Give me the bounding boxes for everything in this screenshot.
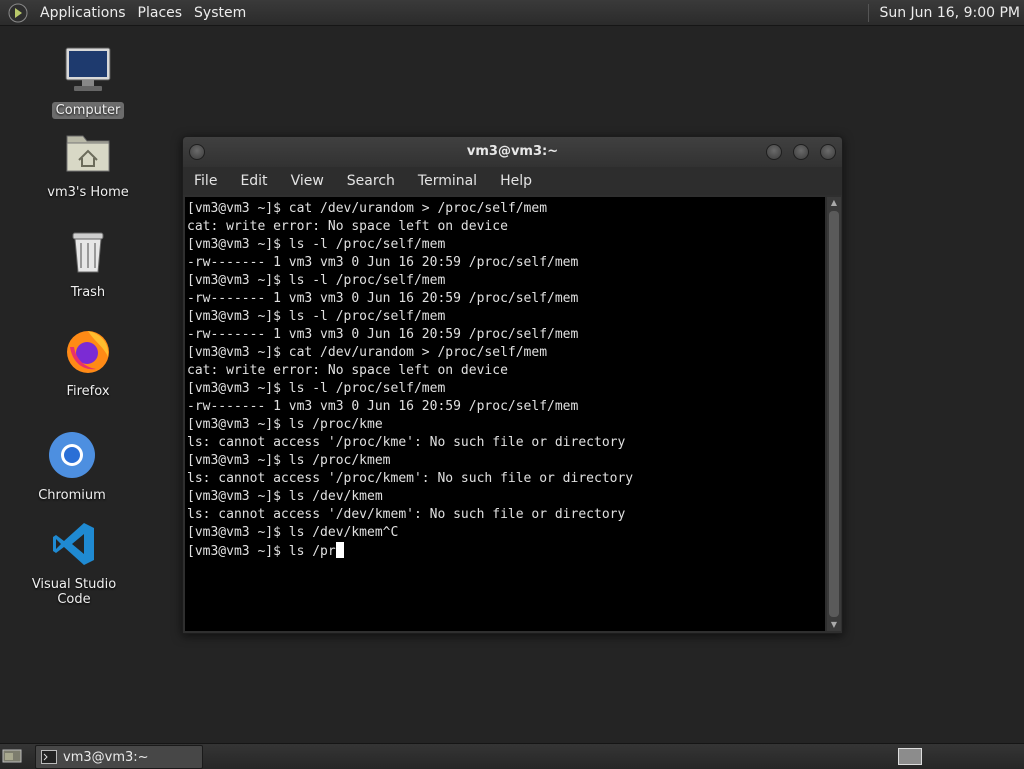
scrollbar-thumb[interactable] <box>829 211 839 617</box>
computer-icon <box>65 47 111 91</box>
terminal-line: -rw------- 1 vm3 vm3 0 Jun 16 20:59 /pro… <box>187 291 579 306</box>
clock[interactable]: Sun Jun 16, 9:00 PM <box>879 5 1020 21</box>
clock-area: Sun Jun 16, 9:00 PM <box>868 0 1024 25</box>
terminal-line: [vm3@vm3 ~]$ ls /proc/kme <box>187 417 383 432</box>
terminal-line: [vm3@vm3 ~]$ ls /dev/kmem <box>187 489 383 504</box>
desktop-icon-trash[interactable]: Trash <box>33 228 143 301</box>
window-titlebar[interactable]: vm3@vm3:~ <box>183 137 842 167</box>
chromium-icon <box>49 432 95 478</box>
close-icon[interactable] <box>820 144 836 160</box>
top-panel: Applications Places System Sun Jun 16, 9… <box>0 0 1024 26</box>
desktop-icon-home[interactable]: vm3's Home <box>33 128 143 201</box>
show-desktop-icon[interactable] <box>2 748 22 764</box>
terminal-line: ls: cannot access '/dev/kmem': No such f… <box>187 507 626 522</box>
workspace-switcher[interactable] <box>898 748 922 765</box>
terminal-line: cat: write error: No space left on devic… <box>187 219 508 234</box>
desktop-icon-label: Chromium <box>38 488 106 503</box>
desktop-icon-label: Trash <box>70 285 106 300</box>
menu-help[interactable]: Help <box>489 173 544 189</box>
terminal-scrollbar[interactable]: ▲ ▼ <box>827 197 841 631</box>
terminal-icon <box>41 750 57 764</box>
desktop-icon-label: Computer <box>51 102 125 119</box>
terminal-output[interactable]: [vm3@vm3 ~]$ cat /dev/urandom > /proc/se… <box>185 197 825 631</box>
desktop-icon-vscode[interactable]: Visual Studio Code <box>19 520 129 608</box>
applications-menu[interactable]: Applications <box>34 5 132 21</box>
panel-separator <box>868 3 870 22</box>
trash-icon <box>72 232 104 273</box>
desktop-icon-label: Visual Studio Code <box>31 577 117 607</box>
system-menu[interactable]: System <box>188 5 252 21</box>
desktop-icon-chromium[interactable]: Chromium <box>17 431 127 504</box>
desktop-icon-label: vm3's Home <box>47 185 129 200</box>
terminal-menubar: File Edit View Search Terminal Help <box>183 167 842 195</box>
terminal-line: [vm3@vm3 ~]$ cat /dev/urandom > /proc/se… <box>187 201 548 216</box>
scroll-down-icon[interactable]: ▼ <box>827 619 841 631</box>
menu-terminal[interactable]: Terminal <box>407 173 489 189</box>
terminal-line: [vm3@vm3 ~]$ ls -l /proc/self/mem <box>187 381 446 396</box>
terminal-line: ls: cannot access '/proc/kme': No such f… <box>187 435 626 450</box>
minimize-icon[interactable] <box>766 144 782 160</box>
scroll-up-icon[interactable]: ▲ <box>827 197 841 209</box>
terminal-line: -rw------- 1 vm3 vm3 0 Jun 16 20:59 /pro… <box>187 255 579 270</box>
taskbar-terminal-button[interactable]: vm3@vm3:~ <box>35 745 203 769</box>
terminal-line: [vm3@vm3 ~]$ ls -l /proc/self/mem <box>187 237 446 252</box>
menu-view[interactable]: View <box>280 173 336 189</box>
menu-search[interactable]: Search <box>336 173 407 189</box>
menu-edit[interactable]: Edit <box>229 173 279 189</box>
terminal-line: [vm3@vm3 ~]$ ls /proc/kmem <box>187 453 391 468</box>
desktop-icon-label: Firefox <box>66 384 110 399</box>
terminal-line: [vm3@vm3 ~]$ cat /dev/urandom > /proc/se… <box>187 345 548 360</box>
terminal-line: [vm3@vm3 ~]$ ls -l /proc/self/mem <box>187 309 446 324</box>
home-folder-icon <box>66 135 110 172</box>
places-menu[interactable]: Places <box>132 5 189 21</box>
terminal-input-line[interactable]: [vm3@vm3 ~]$ ls /pr <box>187 544 336 559</box>
text-cursor <box>335 542 344 558</box>
bottom-panel: vm3@vm3:~ <box>0 743 1024 769</box>
vscode-icon <box>53 523 94 565</box>
taskbar-button-label: vm3@vm3:~ <box>63 749 149 765</box>
gnome-foot-icon[interactable] <box>8 3 28 23</box>
terminal-line: -rw------- 1 vm3 vm3 0 Jun 16 20:59 /pro… <box>187 327 579 342</box>
terminal-line: [vm3@vm3 ~]$ ls /dev/kmem^C <box>187 525 399 540</box>
menu-file[interactable]: File <box>183 173 229 189</box>
terminal-line: ls: cannot access '/proc/kmem': No such … <box>187 471 634 486</box>
terminal-line: -rw------- 1 vm3 vm3 0 Jun 16 20:59 /pro… <box>187 399 579 414</box>
terminal-line: [vm3@vm3 ~]$ ls -l /proc/self/mem <box>187 273 446 288</box>
terminal-line: cat: write error: No space left on devic… <box>187 363 508 378</box>
terminal-window[interactable]: vm3@vm3:~ File Edit View Search Terminal… <box>182 136 843 634</box>
maximize-icon[interactable] <box>793 144 809 160</box>
firefox-icon <box>67 331 109 373</box>
desktop-icon-computer[interactable]: Computer <box>33 46 143 119</box>
desktop-icon-firefox[interactable]: Firefox <box>33 327 143 400</box>
window-title: vm3@vm3:~ <box>466 144 559 159</box>
